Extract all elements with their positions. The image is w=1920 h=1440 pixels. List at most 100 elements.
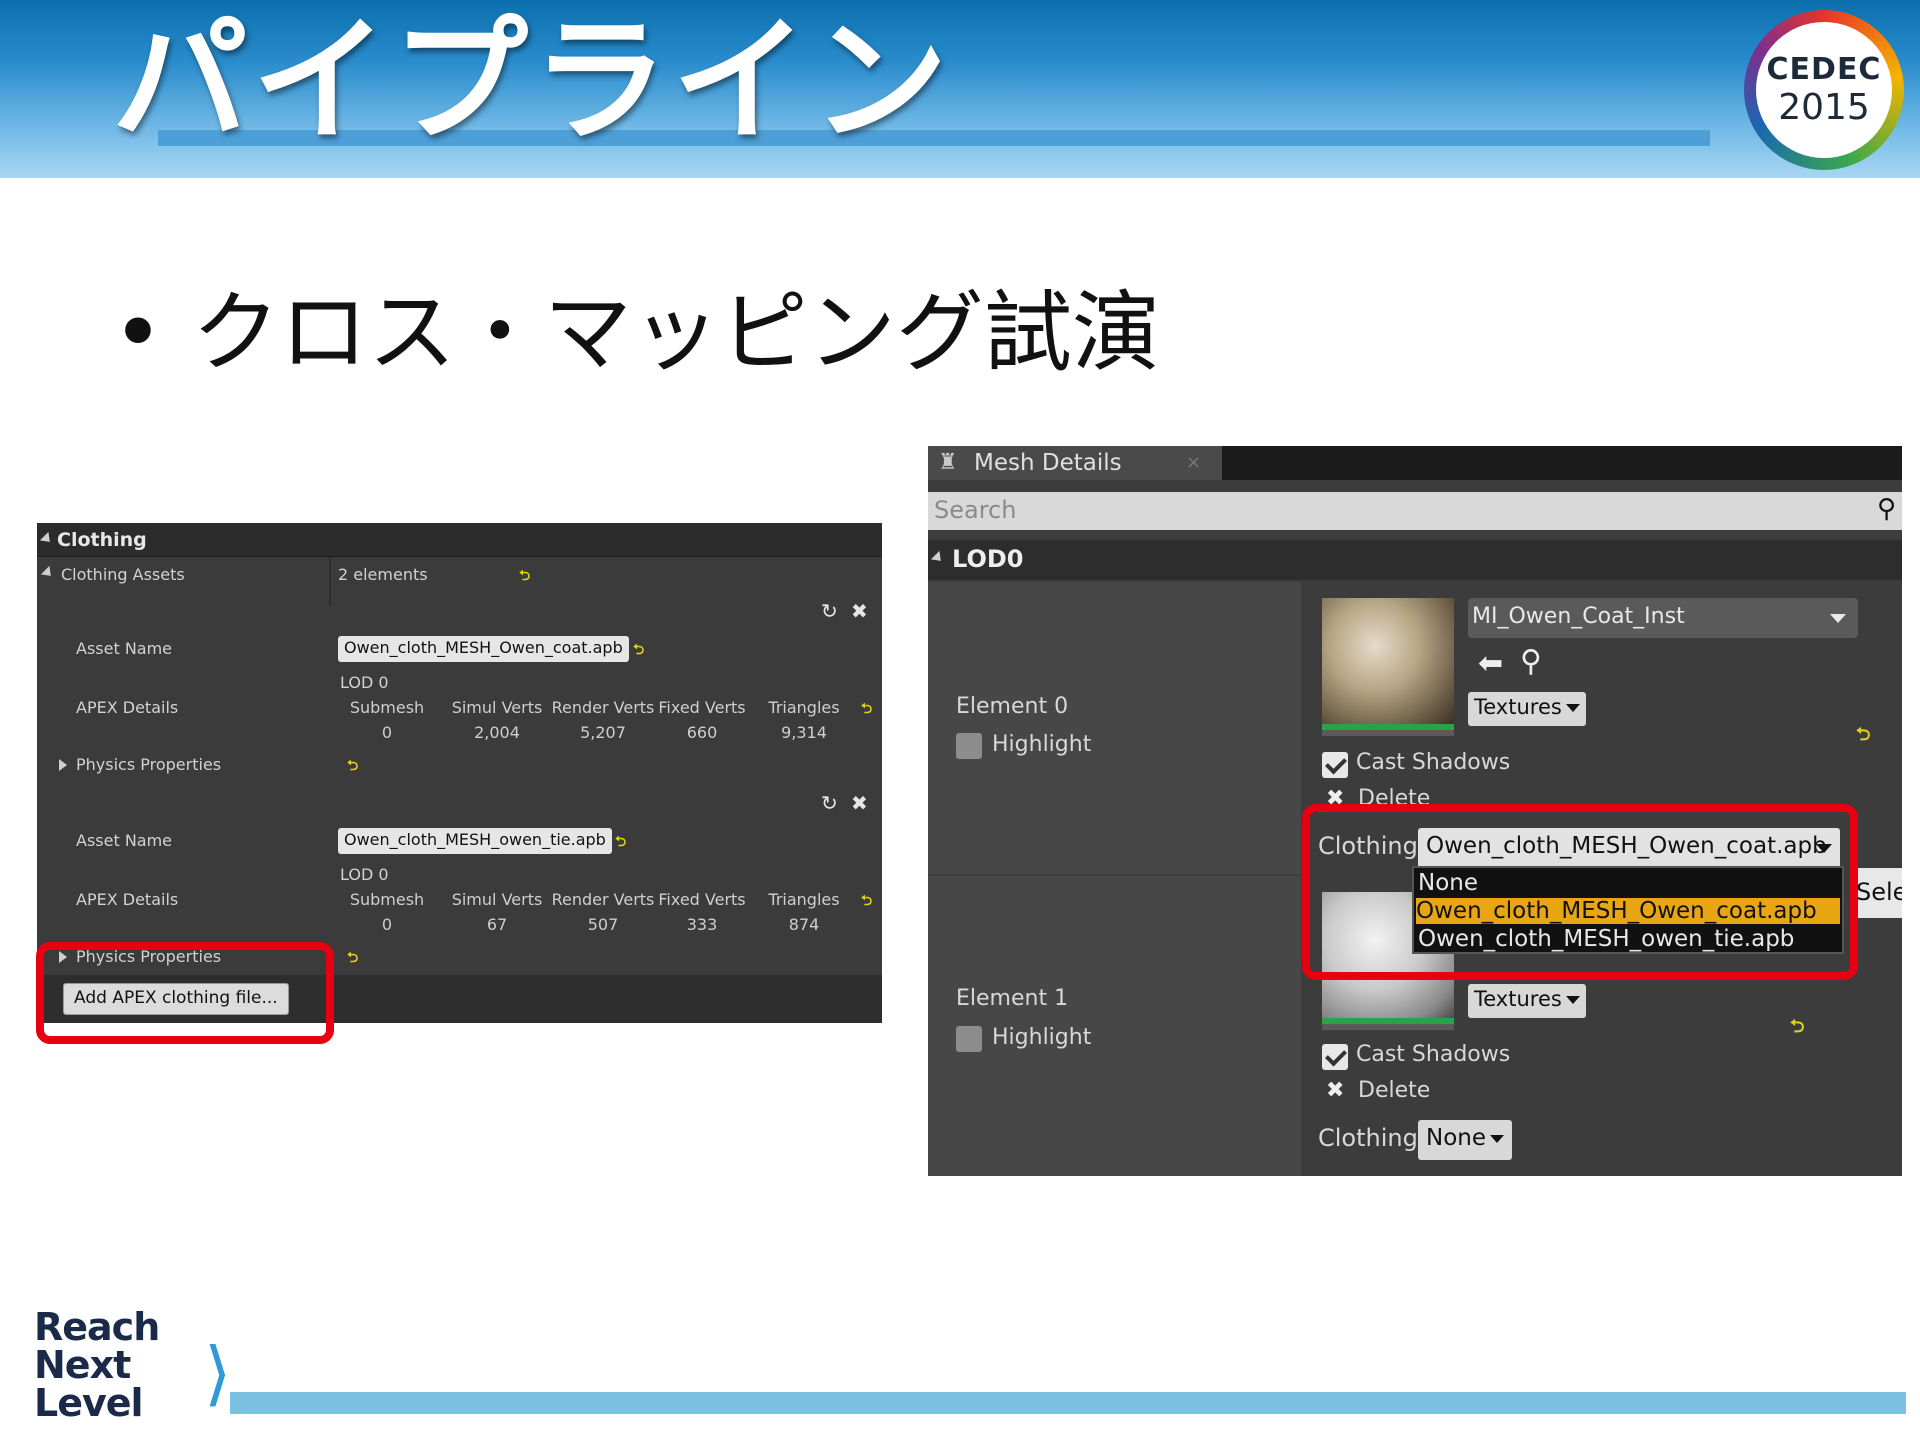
reset-arrow-icon[interactable]: ⮌ bbox=[347, 947, 358, 971]
stat-value: 660 bbox=[686, 723, 718, 742]
stat-value: 2,004 bbox=[474, 723, 520, 742]
collapse-triangle-icon[interactable] bbox=[39, 531, 55, 547]
clothing-assets-label: Clothing Assets bbox=[61, 565, 185, 584]
asset-name-field[interactable]: Owen_cloth_MESH_Owen_coat.apb bbox=[338, 636, 629, 662]
logo-line-reach: Reach bbox=[34, 1305, 160, 1349]
delete-label[interactable]: Delete bbox=[1358, 1078, 1430, 1103]
stat-value: 67 bbox=[486, 915, 508, 934]
clothing-section-header[interactable]: Clothing bbox=[37, 523, 882, 557]
stat-header-fixed-verts: Fixed Verts bbox=[658, 698, 746, 717]
reset-arrow-icon[interactable]: ⮌ bbox=[633, 639, 644, 663]
browse-search-icon[interactable]: ⚲ bbox=[1520, 644, 1542, 679]
stat-header-submesh: Submesh bbox=[349, 890, 425, 909]
stat-header-fixed-verts: Fixed Verts bbox=[658, 890, 746, 909]
element-1-label-column bbox=[928, 876, 1301, 1176]
stat-value: 874 bbox=[788, 915, 820, 934]
material-thumbnail[interactable] bbox=[1322, 598, 1454, 730]
expand-triangle-icon[interactable] bbox=[59, 759, 67, 771]
column-separator bbox=[329, 557, 331, 605]
material-combo[interactable]: MI_Owen_Coat_Inst bbox=[1468, 598, 1858, 638]
asset-name-label: Asset Name bbox=[76, 831, 173, 850]
stat-header-simul-verts: Simul Verts bbox=[451, 698, 543, 717]
textures-label: Textures bbox=[1474, 695, 1562, 719]
stat-header-triangles: Triangles bbox=[768, 890, 840, 909]
collapse-triangle-icon[interactable] bbox=[930, 550, 946, 566]
physics-properties-label[interactable]: Physics Properties bbox=[76, 755, 221, 774]
textures-button[interactable]: Textures bbox=[1468, 984, 1586, 1018]
delete-icon[interactable]: ✖ bbox=[1326, 1078, 1344, 1103]
clothing-assets-count: 2 elements bbox=[338, 565, 428, 584]
chevron-down-icon bbox=[1565, 704, 1580, 712]
reset-arrow-icon[interactable]: ⮌ bbox=[347, 755, 358, 779]
reset-arrow-icon[interactable]: ⮌ bbox=[1856, 722, 1870, 752]
highlight-checkbox[interactable] bbox=[956, 733, 982, 759]
bullet-dot-icon: • bbox=[112, 281, 164, 384]
reach-next-level-logo: Reach Next Level ⟩ bbox=[34, 1305, 231, 1425]
select-button[interactable]: Sele bbox=[1852, 868, 1902, 918]
cast-shadows-label: Cast Shadows bbox=[1356, 750, 1511, 775]
stat-value: 333 bbox=[686, 915, 718, 934]
refresh-icon[interactable]: ↻ bbox=[821, 599, 838, 623]
stat-header-render-verts: Render Verts bbox=[551, 698, 655, 717]
tab-mesh-details[interactable]: ♜ Mesh Details × bbox=[928, 446, 1222, 480]
chevron-down-icon bbox=[1490, 1134, 1505, 1143]
apex-details-label: APEX Details bbox=[76, 698, 179, 717]
reset-arrow-icon[interactable]: ⮌ bbox=[615, 831, 626, 855]
clothing-label: Clothing bbox=[1318, 1124, 1418, 1152]
material-name: MI_Owen_Coat_Inst bbox=[1472, 604, 1685, 629]
reset-arrow-icon[interactable]: ⮌ bbox=[1790, 1014, 1804, 1044]
textures-label: Textures bbox=[1474, 987, 1562, 1011]
search-placeholder: Search bbox=[934, 496, 1017, 524]
asset-name-field[interactable]: Owen_cloth_MESH_owen_tie.apb bbox=[338, 828, 612, 854]
cast-shadows-label: Cast Shadows bbox=[1356, 1042, 1511, 1067]
close-icon[interactable]: ✖ bbox=[851, 599, 868, 623]
stat-header-render-verts: Render Verts bbox=[551, 890, 655, 909]
clothing-combo[interactable]: None bbox=[1418, 1120, 1513, 1160]
stat-value: 5,207 bbox=[580, 723, 626, 742]
lod-section-label: LOD0 bbox=[952, 545, 1024, 573]
search-icon[interactable]: ⚲ bbox=[1877, 494, 1896, 524]
stat-value: 0 bbox=[381, 915, 393, 934]
tab-close-icon[interactable]: × bbox=[1186, 452, 1201, 473]
element-0-label-column bbox=[928, 582, 1301, 874]
tab-bar: ♜ Mesh Details × bbox=[928, 446, 1902, 480]
asset-name-label: Asset Name bbox=[76, 639, 173, 658]
cedec-logo-inner: CEDEC 2015 bbox=[1756, 22, 1892, 158]
stat-value: 507 bbox=[587, 915, 619, 934]
mesh-details-icon: ♜ bbox=[938, 450, 958, 475]
bullet-point: • クロス・マッピング試演 bbox=[112, 262, 1160, 389]
apex-details-label: APEX Details bbox=[76, 890, 179, 909]
close-icon[interactable]: ✖ bbox=[851, 791, 868, 815]
cast-shadows-checkbox[interactable] bbox=[1322, 752, 1348, 778]
element-0-label: Element 0 bbox=[956, 694, 1069, 719]
slide-header: パイプライン CEDEC 2015 bbox=[0, 0, 1920, 178]
lod-label: LOD 0 bbox=[340, 673, 389, 692]
stat-header-submesh: Submesh bbox=[349, 698, 425, 717]
clothing-value: None bbox=[1426, 1125, 1487, 1151]
logo-line-next: Next bbox=[34, 1343, 131, 1387]
highlight-box-clothing-dropdown bbox=[1302, 804, 1858, 980]
clothing-section-label: Clothing bbox=[57, 529, 147, 551]
lod-label: LOD 0 bbox=[340, 865, 389, 884]
logo-bracket-icon: ⟩ bbox=[204, 1332, 232, 1414]
highlight-checkbox[interactable] bbox=[956, 1026, 982, 1052]
reset-arrow-icon[interactable]: ⮌ bbox=[519, 565, 530, 589]
collapse-triangle-icon[interactable] bbox=[40, 565, 56, 581]
stat-value: 9,314 bbox=[781, 723, 827, 742]
chevron-down-icon bbox=[1565, 996, 1580, 1004]
textures-button[interactable]: Textures bbox=[1468, 692, 1586, 726]
logo-line-level: Level bbox=[34, 1381, 144, 1425]
reset-arrow-icon[interactable]: ⮌ bbox=[861, 698, 872, 722]
chevron-down-icon bbox=[1830, 614, 1846, 623]
use-selected-arrow-icon[interactable]: ⬅ bbox=[1478, 646, 1503, 681]
reset-arrow-icon[interactable]: ⮌ bbox=[861, 890, 872, 914]
stat-value: 0 bbox=[381, 723, 393, 742]
lod-section-header[interactable]: LOD0 bbox=[928, 540, 1902, 580]
stat-header-simul-verts: Simul Verts bbox=[451, 890, 543, 909]
slide-title: パイプライン bbox=[112, 3, 952, 161]
element-1-label: Element 1 bbox=[956, 986, 1069, 1011]
refresh-icon[interactable]: ↻ bbox=[821, 791, 838, 815]
cedec-logo-year: 2015 bbox=[1778, 87, 1870, 128]
cast-shadows-checkbox[interactable] bbox=[1322, 1044, 1348, 1070]
search-input[interactable]: Search ⚲ bbox=[928, 492, 1902, 530]
